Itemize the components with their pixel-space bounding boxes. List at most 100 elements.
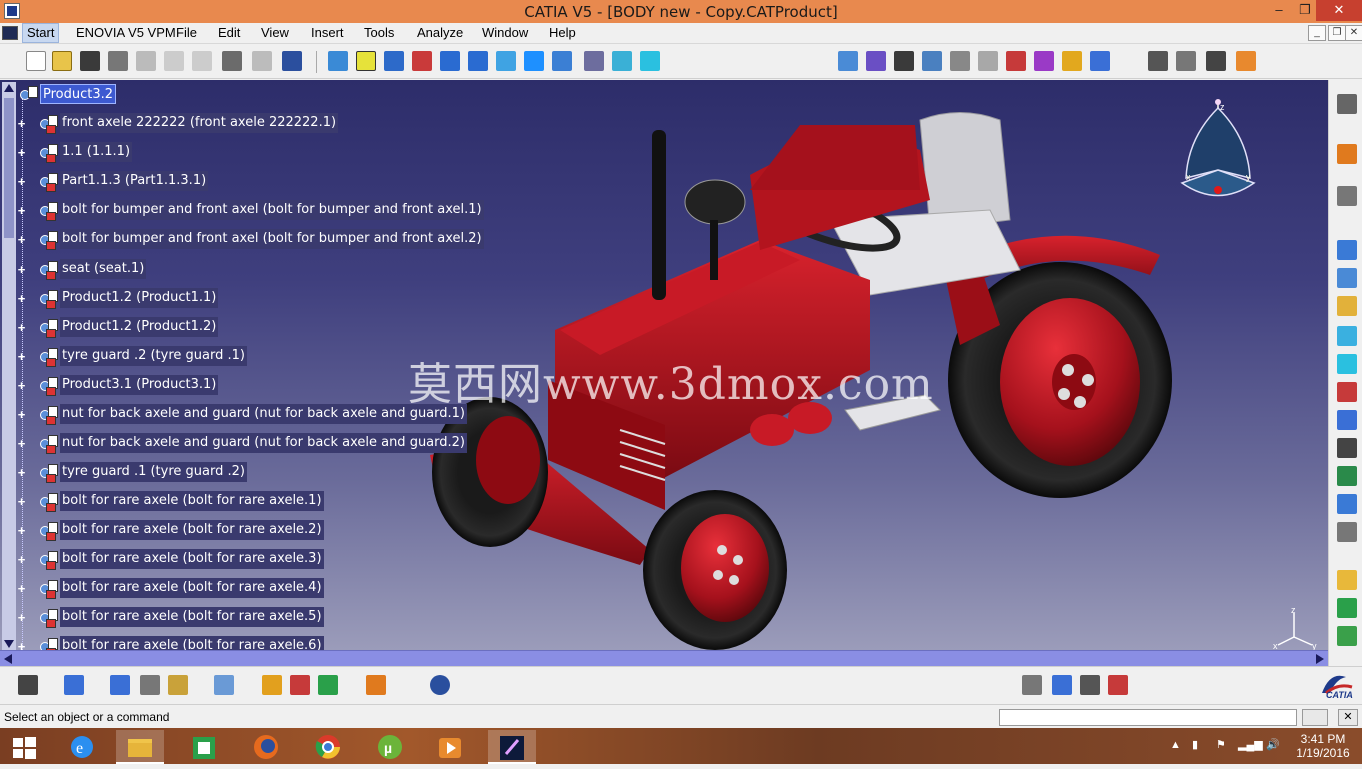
tree-root-label[interactable]: Product3.2 xyxy=(40,84,117,104)
distance-analysis-icon[interactable] xyxy=(290,675,310,695)
paste-icon[interactable] xyxy=(192,51,212,71)
tree-item-label[interactable]: bolt for bumper and front axel (bolt for… xyxy=(60,229,484,249)
firefox-icon[interactable] xyxy=(242,730,290,764)
snap-icon[interactable] xyxy=(1236,51,1256,71)
insert-component-icon[interactable] xyxy=(1337,186,1357,206)
expand-plus-icon[interactable]: + xyxy=(16,233,27,246)
tree-item-label[interactable]: Product1.2 (Product1.2) xyxy=(60,317,219,337)
tree-item-label[interactable]: bolt for rare axele (bolt for rare axele… xyxy=(60,491,324,511)
swap-space-icon[interactable] xyxy=(640,51,660,71)
update-all-icon[interactable] xyxy=(430,675,450,695)
internet-explorer-icon[interactable]: e xyxy=(58,730,106,764)
pan-icon[interactable] xyxy=(384,51,404,71)
expand-plus-icon[interactable]: + xyxy=(16,175,27,188)
fix-together-icon[interactable] xyxy=(1006,51,1026,71)
sectioning-icon[interactable] xyxy=(214,675,234,695)
power-input-field[interactable] xyxy=(999,709,1297,726)
replace-component-icon[interactable] xyxy=(1337,326,1357,346)
expand-plus-icon[interactable]: + xyxy=(16,408,27,421)
expand-plus-icon[interactable]: + xyxy=(16,524,27,537)
windows-start-icon[interactable] xyxy=(0,730,48,764)
tree-item-label[interactable]: tyre guard .2 (tyre guard .1) xyxy=(60,346,247,366)
snap-move-icon[interactable] xyxy=(1337,626,1357,646)
angle-icon[interactable] xyxy=(950,51,970,71)
expand-plus-icon[interactable]: + xyxy=(16,466,27,479)
new-file-icon[interactable] xyxy=(26,51,46,71)
save-management-icon[interactable] xyxy=(1080,675,1100,695)
graph-tree-icon[interactable] xyxy=(1337,354,1357,374)
open-folder-icon[interactable] xyxy=(52,51,72,71)
publication-icon[interactable] xyxy=(1337,494,1357,514)
catia-taskbar-icon[interactable] xyxy=(488,730,536,764)
new-part-icon[interactable] xyxy=(1337,268,1357,288)
expand-plus-icon[interactable]: + xyxy=(16,292,27,305)
expand-plus-icon[interactable]: + xyxy=(16,117,27,130)
windows-store-icon[interactable] xyxy=(180,730,228,764)
document-icon[interactable] xyxy=(2,26,18,40)
scenes-icon[interactable] xyxy=(1337,466,1357,486)
expand-plus-icon[interactable]: + xyxy=(16,437,27,450)
fit-all-icon[interactable] xyxy=(356,51,376,71)
doc-restore-button[interactable]: ❐ xyxy=(1328,25,1346,41)
tree-vertical-scrollbar[interactable] xyxy=(2,82,16,650)
menu-file[interactable]: File xyxy=(176,25,197,40)
compass-icon[interactable]: z x y xyxy=(1178,98,1258,213)
zoom-in-icon[interactable] xyxy=(440,51,460,71)
scroll-up-arrow-icon[interactable] xyxy=(4,84,14,92)
expand-plus-icon[interactable]: + xyxy=(16,640,27,650)
tree-item-label[interactable]: bolt for rare axele (bolt for rare axele… xyxy=(60,636,324,650)
reorder-icon[interactable] xyxy=(1337,382,1357,402)
tree-item-label[interactable]: bolt for bumper and front axel (bolt for… xyxy=(60,200,484,220)
copy-icon[interactable] xyxy=(164,51,184,71)
existing-component-icon[interactable] xyxy=(1337,296,1357,316)
scrollbar-thumb[interactable] xyxy=(4,98,14,238)
signal-icon[interactable]: ▂▄▆ xyxy=(1238,738,1263,751)
tree-item-label[interactable]: nut for back axele and guard (nut for ba… xyxy=(60,404,467,424)
clash-icon[interactable] xyxy=(262,675,282,695)
menu-enovia[interactable]: ENOVIA V5 VPM xyxy=(76,25,176,40)
expand-plus-icon[interactable]: + xyxy=(16,495,27,508)
hide-show-icon[interactable] xyxy=(612,51,632,71)
expand-plus-icon[interactable]: + xyxy=(16,379,27,392)
scroll-right-arrow-icon[interactable] xyxy=(1316,654,1324,664)
3d-viewport[interactable]: 莫西网www.3dmox.com z x y z x y Product3.2 … xyxy=(0,80,1328,650)
apply-material-icon[interactable] xyxy=(318,675,338,695)
quick-constraint-icon[interactable] xyxy=(1034,51,1054,71)
power-input-option-button[interactable] xyxy=(1302,709,1328,726)
new-product-icon[interactable] xyxy=(1337,240,1357,260)
tree-item-label[interactable]: bolt for rare axele (bolt for rare axele… xyxy=(60,520,324,540)
catalog-browser-icon[interactable] xyxy=(1052,675,1072,695)
measure-item-icon[interactable] xyxy=(140,675,160,695)
menu-view[interactable]: View xyxy=(261,25,289,40)
save-icon[interactable] xyxy=(80,51,100,71)
tree-item-label[interactable]: Product1.2 (Product1.1) xyxy=(60,288,219,308)
shading-icon[interactable] xyxy=(584,51,604,71)
reuse-pattern-icon[interactable] xyxy=(1090,51,1110,71)
redo-icon[interactable] xyxy=(252,51,272,71)
network-icon[interactable]: ▮ xyxy=(1192,738,1198,751)
tree-item-label[interactable]: Part1.1.3 (Part1.1.3.1) xyxy=(60,171,209,191)
fly-mode-icon[interactable] xyxy=(328,51,348,71)
measure-icon[interactable] xyxy=(1148,51,1168,71)
contact-icon[interactable] xyxy=(894,51,914,71)
isometric-view-icon[interactable] xyxy=(552,51,572,71)
print-icon[interactable] xyxy=(108,51,128,71)
utorrent-icon[interactable]: µ xyxy=(366,730,414,764)
file-explorer-icon[interactable] xyxy=(116,730,164,764)
generate-numbering-icon[interactable] xyxy=(1022,675,1042,695)
viewport-horizontal-scrollbar[interactable] xyxy=(0,650,1328,666)
maximize-button[interactable]: ❐ xyxy=(1292,0,1318,21)
expand-plus-icon[interactable]: + xyxy=(16,321,27,334)
select-arrow-icon[interactable] xyxy=(1337,144,1357,164)
expand-plus-icon[interactable]: + xyxy=(16,263,27,276)
capture-camera-icon[interactable] xyxy=(18,675,38,695)
menu-help[interactable]: Help xyxy=(549,25,576,40)
media-player-icon[interactable] xyxy=(426,730,474,764)
catalog-icon[interactable] xyxy=(1176,51,1196,71)
normal-view-icon[interactable] xyxy=(496,51,516,71)
move-icon[interactable] xyxy=(1337,598,1357,618)
offset-icon[interactable] xyxy=(922,51,942,71)
minimize-button[interactable]: – xyxy=(1266,0,1292,21)
doc-minimize-button[interactable]: _ xyxy=(1308,25,1326,41)
menu-analyze[interactable]: Analyze xyxy=(417,25,463,40)
